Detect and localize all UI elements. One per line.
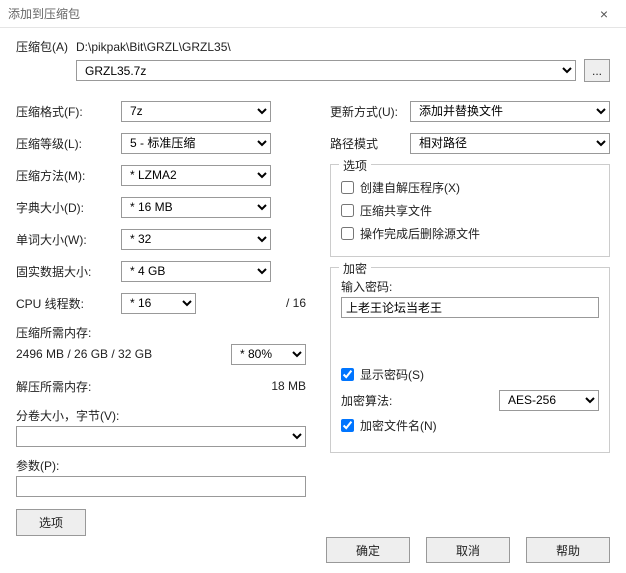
delete-after-label: 操作完成后删除源文件 [360, 225, 480, 242]
dialog-body: 压缩包(A) D:\pikpak\Bit\GRZL\GRZL35\ GRZL35… [0, 28, 626, 544]
word-label: 单词大小(W): [16, 231, 121, 248]
update-select[interactable]: 添加并替换文件 [410, 101, 610, 122]
ok-button[interactable]: 确定 [326, 537, 410, 563]
sfx-checkbox[interactable] [341, 181, 354, 194]
shared-checkbox[interactable] [341, 204, 354, 217]
word-select[interactable]: * 32 [121, 229, 271, 250]
encrypt-fieldset: 加密 输入密码: 显示密码(S) 加密算法: AES-256 加密文件名(N) [330, 267, 610, 453]
window-title: 添加到压缩包 [8, 0, 80, 28]
split-label: 分卷大小，字节(V): [16, 407, 306, 424]
options-button[interactable]: 选项 [16, 509, 86, 536]
showpw-checkbox[interactable] [341, 368, 354, 381]
level-label: 压缩等级(L): [16, 135, 121, 152]
showpw-checkbox-row[interactable]: 显示密码(S) [341, 366, 599, 383]
encrypt-legend: 加密 [339, 260, 371, 277]
shared-label: 压缩共享文件 [360, 202, 432, 219]
options-fieldset: 选项 创建自解压程序(X) 压缩共享文件 操作完成后删除源文件 [330, 164, 610, 257]
delete-after-checkbox[interactable] [341, 227, 354, 240]
method-label: 压缩方法(M): [16, 167, 121, 184]
left-column: 压缩格式(F): 7z 压缩等级(L): 5 - 标准压缩 压缩方法(M): *… [16, 90, 306, 536]
threads-select[interactable]: * 16 [121, 293, 196, 314]
algo-select[interactable]: AES-256 [499, 390, 599, 411]
params-input[interactable] [16, 476, 306, 497]
showpw-label: 显示密码(S) [360, 366, 424, 383]
threads-label: CPU 线程数: [16, 295, 121, 312]
options-legend: 选项 [339, 157, 371, 174]
mem-compress-label: 压缩所需内存: [16, 324, 306, 341]
shared-checkbox-row[interactable]: 压缩共享文件 [341, 202, 599, 219]
solid-label: 固实数据大小: [16, 263, 121, 280]
delete-after-checkbox-row[interactable]: 操作完成后删除源文件 [341, 225, 599, 242]
pathmode-label: 路径模式 [330, 135, 410, 152]
split-select[interactable] [16, 426, 306, 447]
password-label: 输入密码: [341, 278, 599, 295]
method-select[interactable]: * LZMA2 [121, 165, 271, 186]
encrypt-names-checkbox[interactable] [341, 419, 354, 432]
ellipsis-icon: ... [592, 64, 602, 78]
level-select[interactable]: 5 - 标准压缩 [121, 133, 271, 154]
encrypt-names-checkbox-row[interactable]: 加密文件名(N) [341, 417, 599, 434]
threads-total: / 16 [202, 296, 306, 310]
help-button[interactable]: 帮助 [526, 537, 610, 563]
update-label: 更新方式(U): [330, 103, 410, 120]
dict-label: 字典大小(D): [16, 199, 121, 216]
algo-label: 加密算法: [341, 392, 411, 409]
titlebar: 添加到压缩包 × [0, 0, 626, 28]
right-column: 更新方式(U): 添加并替换文件 路径模式 相对路径 选项 创建自解压程序(X)… [330, 90, 610, 536]
password-input[interactable] [341, 297, 599, 318]
pathmode-select[interactable]: 相对路径 [410, 133, 610, 154]
params-label: 参数(P): [16, 457, 306, 474]
close-icon[interactable]: × [590, 0, 618, 28]
cancel-button[interactable]: 取消 [426, 537, 510, 563]
archive-path: D:\pikpak\Bit\GRZL\GRZL35\ [76, 39, 610, 55]
archive-filename-select[interactable]: GRZL35.7z [76, 60, 576, 81]
mem-ratio-select[interactable]: * 80% [231, 344, 306, 365]
mem-compress-value: 2496 MB / 26 GB / 32 GB [16, 347, 152, 361]
mem-decompress-label: 解压所需内存: [16, 378, 91, 395]
browse-button[interactable]: ... [584, 59, 610, 82]
mem-decompress-value: 18 MB [91, 379, 306, 393]
dialog-buttons: 确定 取消 帮助 [326, 537, 610, 563]
format-label: 压缩格式(F): [16, 103, 121, 120]
format-select[interactable]: 7z [121, 101, 271, 122]
sfx-checkbox-row[interactable]: 创建自解压程序(X) [341, 179, 599, 196]
solid-select[interactable]: * 4 GB [121, 261, 271, 282]
encrypt-names-label: 加密文件名(N) [360, 417, 437, 434]
sfx-label: 创建自解压程序(X) [360, 179, 460, 196]
archive-label: 压缩包(A) [16, 38, 76, 55]
dict-select[interactable]: * 16 MB [121, 197, 271, 218]
